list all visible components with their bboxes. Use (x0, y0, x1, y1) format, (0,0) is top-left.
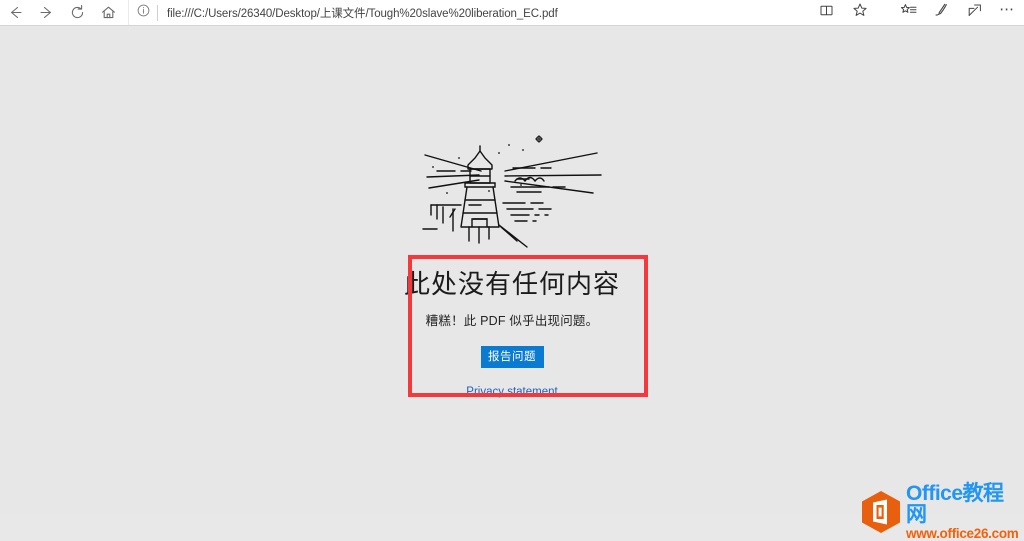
arrow-left-icon (7, 4, 24, 21)
browser-toolbar: file:///C:/Users/26340/Desktop/上课文件/Toug… (0, 0, 1024, 26)
favorites-button[interactable] (843, 0, 876, 25)
address-input[interactable]: file:///C:/Users/26340/Desktop/上课文件/Toug… (158, 5, 810, 21)
address-bar[interactable]: file:///C:/Users/26340/Desktop/上课文件/Toug… (128, 0, 810, 25)
watermark-brand: Office教程网 (906, 482, 1004, 527)
star-list-icon (900, 3, 917, 23)
watermark-site: www.office26.com (906, 526, 1019, 541)
toolbar-right-group: ⋯ (810, 0, 1024, 25)
site-watermark: Office教程网 www.office26.com (860, 483, 1020, 540)
pdf-viewer-content: 此处没有任何内容 糟糕！此 PDF 似乎出现问题。 报告问题 Privacy s… (0, 27, 1024, 540)
star-icon (852, 2, 868, 23)
more-button[interactable]: ⋯ (991, 0, 1024, 25)
ellipsis-icon: ⋯ (999, 1, 1016, 18)
privacy-statement-link[interactable]: Privacy statement (466, 386, 557, 398)
home-icon (100, 4, 117, 21)
error-subtitle: 糟糕！此 PDF 似乎出现问题。 (425, 314, 599, 329)
refresh-button[interactable] (62, 0, 93, 25)
share-button[interactable] (958, 0, 991, 25)
pdf-error-stage: 此处没有任何内容 糟糕！此 PDF 似乎出现问题。 报告问题 Privacy s… (0, 131, 1024, 400)
report-problem-button[interactable]: 报告问题 (480, 346, 544, 369)
info-circle-icon (137, 4, 150, 22)
refresh-icon (69, 4, 86, 21)
home-button[interactable] (93, 0, 124, 25)
watermark-text: Office教程网 www.office26.com (906, 483, 1020, 541)
error-message-block: 此处没有任何内容 糟糕！此 PDF 似乎出现问题。 报告问题 Privacy s… (0, 269, 1024, 400)
site-info-button[interactable] (129, 0, 157, 25)
web-notes-button[interactable] (925, 0, 958, 25)
arrow-right-icon (38, 4, 55, 21)
reading-view-button[interactable] (810, 0, 843, 25)
book-icon (819, 3, 834, 23)
error-title: 此处没有任何内容 (403, 269, 620, 299)
toolbar-gap (876, 0, 892, 25)
back-button[interactable] (0, 0, 31, 25)
lighthouse-illustration (422, 135, 602, 248)
reading-list-button[interactable] (892, 0, 925, 25)
pen-icon (934, 2, 950, 23)
office-hexagon-logo (862, 491, 900, 533)
forward-button[interactable] (31, 0, 62, 25)
share-icon (967, 3, 983, 23)
